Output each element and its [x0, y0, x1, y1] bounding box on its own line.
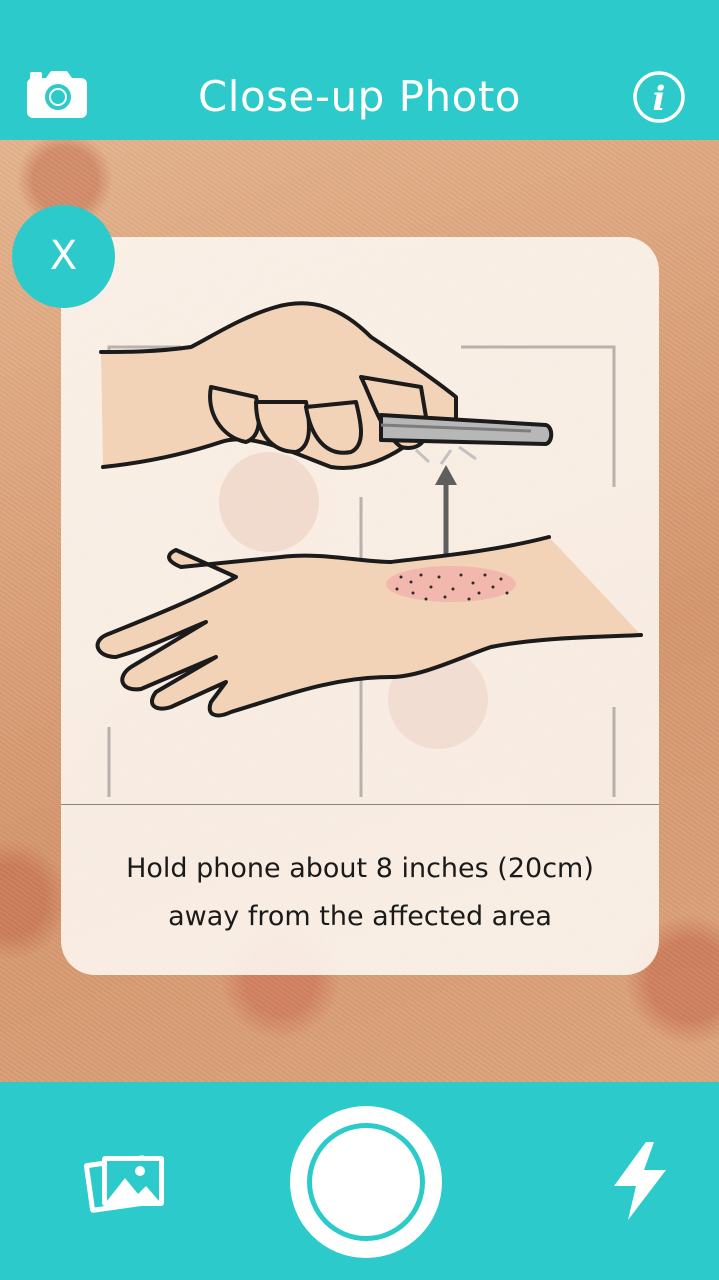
instruction-caption: Hold phone about 8 inches (20cm) away fr…: [71, 845, 649, 941]
upper-hand: [99, 301, 458, 470]
photo-gallery-button[interactable]: [80, 1142, 170, 1222]
flash-icon: [614, 1142, 666, 1220]
caption-line-2: away from the affected area: [168, 901, 552, 932]
lower-hand: [95, 535, 643, 718]
instruction-card: Hold phone about 8 inches (20cm) away fr…: [61, 237, 659, 975]
close-instruction-button[interactable]: X: [12, 205, 115, 308]
shutter-button-center: [312, 1128, 420, 1236]
hand-phone-illustration: [95, 301, 643, 797]
caption-line-1: Hold phone about 8 inches (20cm): [126, 853, 594, 884]
info-icon: i: [633, 71, 685, 123]
flash-button[interactable]: [608, 1140, 672, 1222]
bottom-toolbar: [0, 1082, 719, 1280]
card-divider: [61, 804, 659, 805]
gallery-icon: [83, 1155, 164, 1213]
shutter-button[interactable]: [290, 1106, 442, 1258]
info-button[interactable]: i: [632, 70, 696, 126]
svg-text:i: i: [653, 79, 666, 119]
phone-drawing: [379, 413, 554, 465]
top-bar: Close-up Photo i: [0, 0, 719, 140]
page-title: Close-up Photo: [197, 72, 521, 121]
